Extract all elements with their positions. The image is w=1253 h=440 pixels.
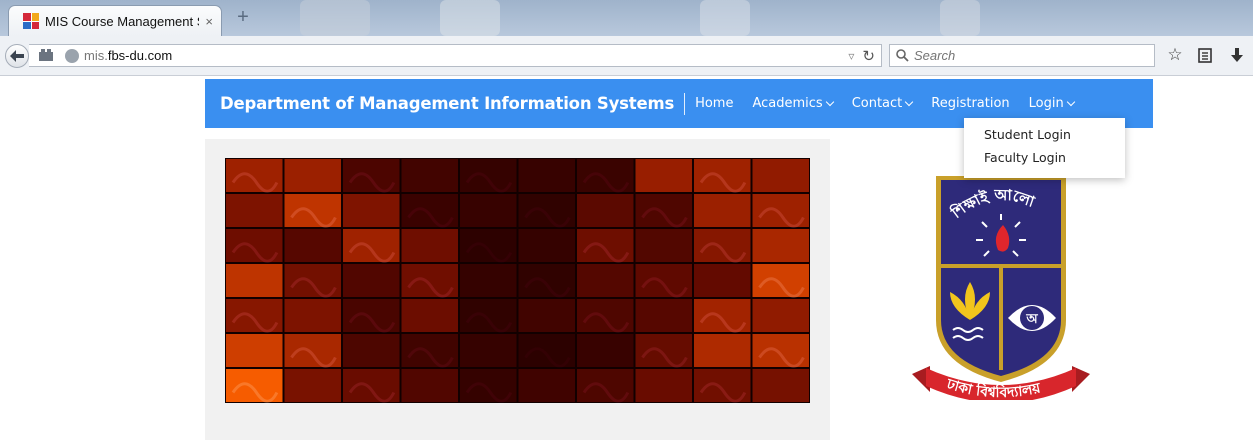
banner-tile [401,159,458,192]
banner-tile [577,264,634,297]
globe-icon [65,48,79,63]
banner-tile [635,229,692,262]
site-brand[interactable]: Department of Management Information Sys… [220,94,674,113]
banner-tile [518,159,575,192]
banner-tile [752,229,809,262]
banner-tile [284,229,341,262]
search-input[interactable] [914,48,1134,63]
favicon-icon [23,13,39,29]
banner-tile [401,369,458,402]
brand-divider [684,92,686,115]
reading-list-icon[interactable] [1196,46,1214,64]
address-bar[interactable]: mis.fbs-du.com ▿ ↻ [29,44,882,67]
banner-tile [284,299,341,332]
banner-tile [226,264,283,297]
banner-tile [284,159,341,192]
search-icon [896,49,909,62]
banner-tile [343,194,400,227]
banner-tile [752,159,809,192]
new-tab-button[interactable]: + [232,7,254,29]
banner-tile [460,264,517,297]
tab-title: MIS Course Management S... [45,13,200,29]
dropdown-arrow-icon[interactable]: ▿ [848,49,854,63]
svg-text:অ: অ [1025,312,1038,327]
university-seal-logo: শিক্ষাই আলো অ ঢাকা বিশ্ববিদ্যালয় [912,176,1090,400]
banner-tile [343,334,400,367]
banner-tile [752,299,809,332]
banner-tile [401,229,458,262]
banner-tile [460,194,517,227]
student-login-link[interactable]: Student Login [964,124,1125,147]
banner-tile [226,334,283,367]
banner-tile [577,194,634,227]
search-box[interactable] [889,44,1155,67]
banner-tile [518,229,575,262]
banner-tile [694,264,751,297]
banner-tile [401,299,458,332]
browser-tab-strip: MIS Course Management S... × + [0,0,1253,36]
chevron-down-icon [905,97,914,106]
nav-home[interactable]: Home [695,96,733,111]
back-arrow-icon[interactable] [5,44,29,68]
banner-tile [518,299,575,332]
banner-tile [577,334,634,367]
chevron-down-icon [825,97,834,106]
banner-tile [284,369,341,402]
banner-tile [635,299,692,332]
main-menu: Home Academics Contact Registration Logi… [695,96,1093,111]
url-text[interactable]: mis.fbs-du.com [84,48,172,63]
close-tab-icon[interactable]: × [205,14,213,29]
nav-registration[interactable]: Registration [931,96,1009,111]
banner-tile [460,334,517,367]
chevron-down-icon [1066,97,1075,106]
nav-login[interactable]: Login [1029,96,1075,111]
banner-tile [343,264,400,297]
site-identity-icon[interactable] [37,48,55,64]
reload-icon[interactable]: ↻ [862,47,875,65]
login-dropdown: Student Login Faculty Login [964,118,1125,178]
nav-contact[interactable]: Contact [852,96,914,111]
banner-tile [694,334,751,367]
download-icon[interactable] [1228,46,1246,64]
bookmark-star-icon[interactable]: ☆ [1166,45,1184,65]
banner-tile [226,194,283,227]
browser-tab[interactable]: MIS Course Management S... × [8,5,222,36]
banner-tile [635,369,692,402]
banner-tile [635,159,692,192]
banner-tile [518,369,575,402]
browser-navbar: mis.fbs-du.com ▿ ↻ ☆ [0,36,1253,76]
banner-image [225,158,810,403]
banner-tile [752,369,809,402]
faculty-login-link[interactable]: Faculty Login [964,147,1125,170]
banner-tile [694,194,751,227]
nav-academics[interactable]: Academics [752,96,834,111]
